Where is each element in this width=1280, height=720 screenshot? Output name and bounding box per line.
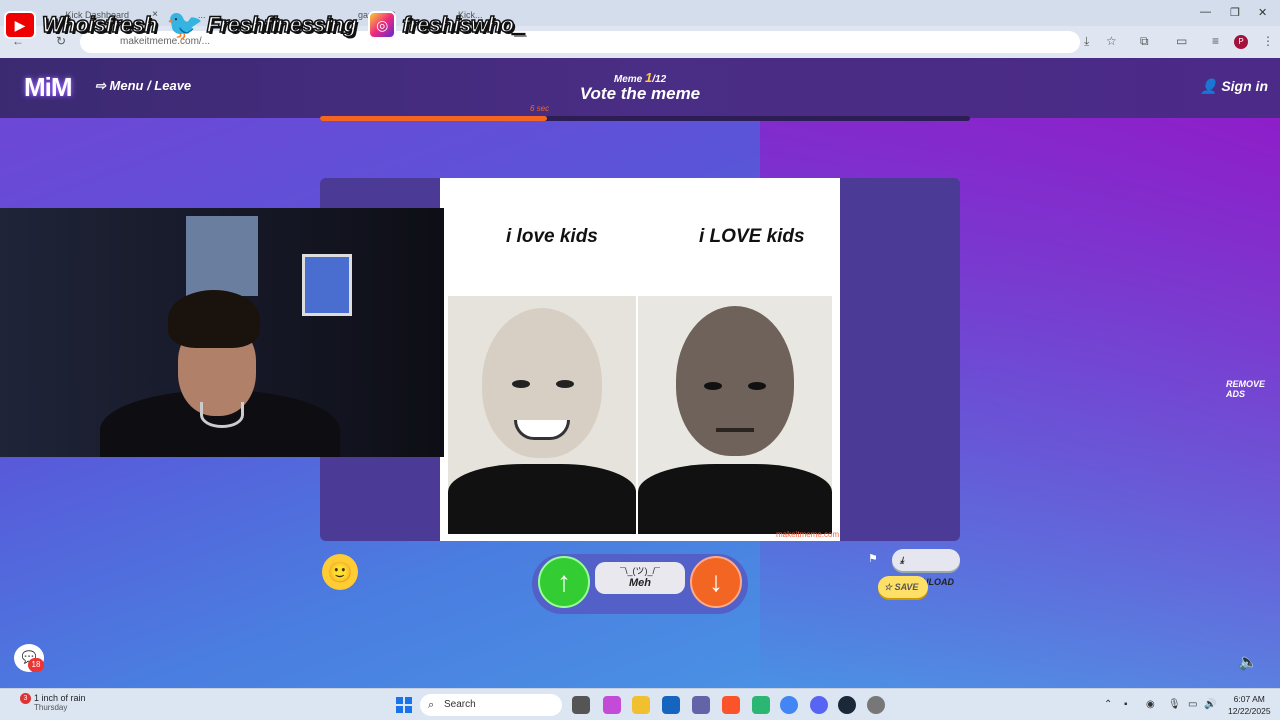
emoji-reaction-button[interactable]: 🙂 [322,554,358,590]
brave-icon[interactable] [722,696,740,714]
weather-day: Thursday [34,703,68,712]
phase-title: Vote the meme [579,84,701,103]
upvote-button[interactable]: ↑ [538,556,590,608]
split-view-icon[interactable]: ▭ [1176,34,1187,48]
search-icon: ⌕ [428,699,435,711]
instagram-icon: ◎ [368,11,397,39]
twitter-icon: 🐦 [166,8,204,42]
exit-icon: ⇨ [95,78,110,93]
volume-icon[interactable]: 🔊 [1204,699,1216,710]
meme-watermark: makeitmeme.com [776,530,840,539]
twitter-handle: Freshfinessing [206,11,357,38]
extensions-icon[interactable]: ⧉ [1140,34,1149,49]
download-icon: ⤓ [900,555,904,565]
close-window-icon[interactable]: ✕ [1258,6,1267,19]
save-button[interactable]: ☆ SAVE [878,576,928,598]
star-icon: ☆ [884,582,895,592]
tray-app-icon[interactable]: ▪ [1124,699,1128,710]
settings-gear-icon[interactable] [867,696,885,714]
wall-poster [186,216,258,296]
angry-face-photo [638,296,832,534]
weather-widget[interactable]: 3 1 inch of rain Thursday [14,693,86,712]
arrow-up-icon: ↑ [557,566,571,597]
sign-in-label: Sign in [1221,78,1268,94]
sound-icon[interactable]: 🔈 [1238,652,1258,672]
game-header: MiM ⇨ Menu / Leave Meme 1/12 Vote the me… [0,58,1280,118]
taskbar-search[interactable]: ⌕ Search [420,694,562,716]
downvote-button[interactable]: ↓ [690,556,742,608]
wifi-icon[interactable]: ◉ [1146,699,1155,710]
install-icon[interactable]: ⤓ [1084,34,1089,49]
app-icon[interactable] [752,696,770,714]
profile-avatar[interactable]: P [1234,35,1248,49]
weather-badge: 3 [20,693,31,704]
meme-counter: Meme 1/12 [560,70,720,85]
chat-count-badge: 18 [28,658,44,672]
clock-date: 12/22/2025 [1228,706,1271,716]
report-flag-icon[interactable]: ⚑ [868,552,878,565]
streamer-webcam [0,208,444,457]
windows-taskbar: 3 1 inch of rain Thursday ⌕ Search ⌃ ▪ ◉ … [0,688,1280,720]
remove-ads-link[interactable]: REMOVE ADS [1226,379,1280,399]
clock-time: 6:07 AM [1233,694,1265,704]
chrome-icon[interactable] [780,696,798,714]
store-icon[interactable] [662,696,680,714]
file-explorer-icon[interactable] [632,696,650,714]
shrug-face: ¯\_(ツ)_/¯ [620,566,660,576]
timer-label: 6 sec [530,104,550,113]
stream-socials-overlay: ▶ Whoisfresh 🐦 Freshfinessing ◎ freshisw… [4,6,531,44]
display-icon[interactable]: ▭ [1188,699,1197,710]
minimize-icon[interactable]: — [1200,6,1211,18]
smiley-icon: 🙂 [327,561,353,584]
maximize-icon[interactable]: ❐ [1230,6,1240,19]
arrow-down-icon: ↓ [709,566,723,597]
instagram-handle: freshiswho_ [402,11,527,38]
youtube-icon: ▶ [4,11,36,39]
meh-button[interactable]: ¯\_(ツ)_/¯ Meh [595,562,685,594]
menu-leave-button[interactable]: ⇨ Menu / Leave [95,78,191,94]
task-view-icon[interactable] [572,696,590,714]
meh-label: Meh [629,577,651,589]
right-caption: i LOVE kids [699,226,805,247]
site-logo[interactable]: MiM [24,72,73,103]
streamer [100,290,340,457]
more-menu-icon[interactable]: ⋮ [1262,34,1274,48]
smiling-face-photo [448,296,636,534]
teams-icon[interactable] [692,696,710,714]
save-label: SAVE [894,582,919,592]
weather-title: 1 inch of rain [34,693,86,703]
youtube-handle: Whoisfresh [41,11,158,38]
start-windows-icon[interactable] [396,697,412,713]
media-icon[interactable]: ≡ [1212,34,1219,48]
system-clock[interactable]: 6:07 AM 12/22/2025 [1228,693,1271,717]
left-caption: i love kids [506,226,598,247]
menu-leave-label: Menu / Leave [109,78,192,93]
bookmark-star-icon[interactable]: ☆ [1106,34,1117,48]
search-label: Search [444,699,476,710]
chevron-up-icon[interactable]: ⌃ [1104,699,1112,710]
sign-in-button[interactable]: 👤 Sign in [1200,78,1268,95]
copilot-icon[interactable] [603,696,621,714]
microphone-icon[interactable]: 🎙 [1168,699,1181,710]
user-icon: 👤 [1200,78,1222,94]
discord-icon[interactable] [810,696,828,714]
download-button[interactable]: ⤓ DOWNLOAD [892,549,960,587]
timer-fill [320,116,547,121]
steam-icon[interactable] [838,696,856,714]
